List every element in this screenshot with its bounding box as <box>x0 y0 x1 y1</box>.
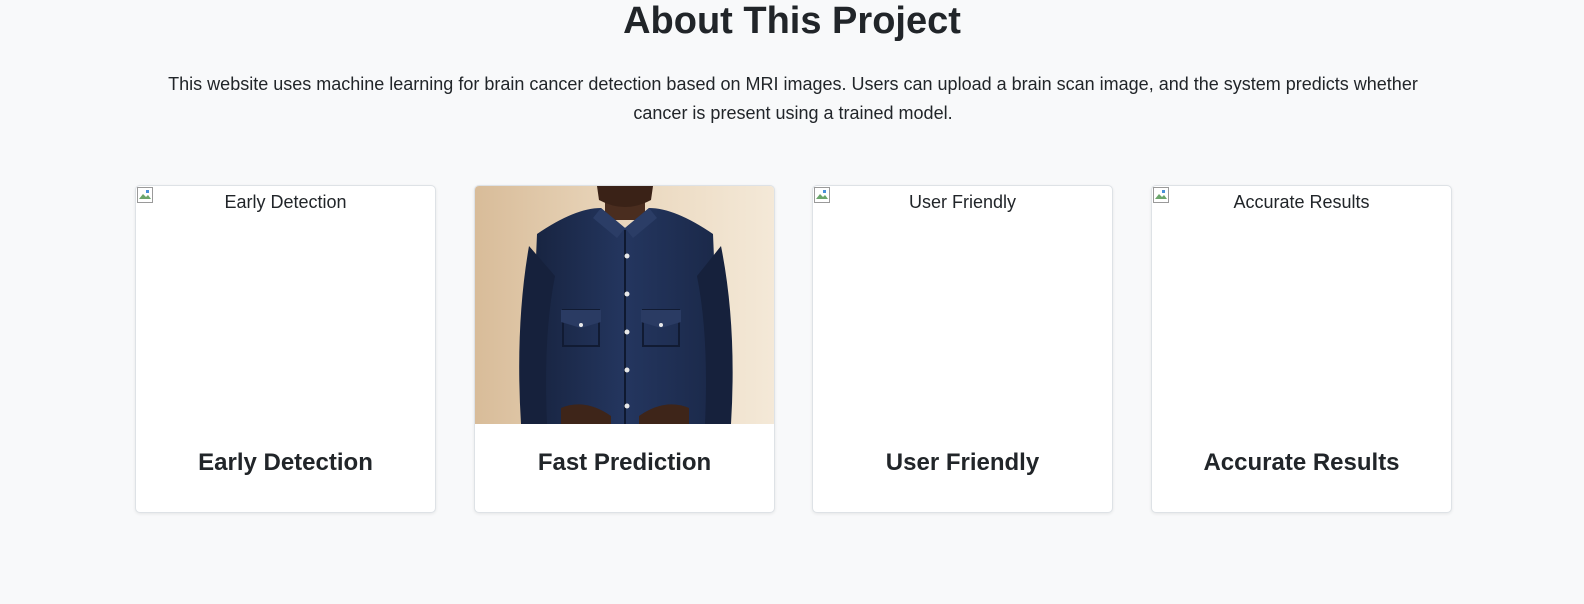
broken-image: User Friendly <box>813 186 1112 424</box>
feature-card-user-friendly: User Friendly User Friendly <box>812 185 1113 513</box>
feature-card-accurate-results: Accurate Results Accurate Results <box>1151 185 1452 513</box>
card-title: User Friendly <box>885 449 1040 476</box>
card-title: Accurate Results <box>1203 449 1400 476</box>
feature-card-early-detection: Early Detection Early Detection <box>135 185 436 513</box>
feature-card-fast-prediction: Fast Prediction <box>474 185 775 513</box>
broken-image: Accurate Results <box>1152 186 1451 424</box>
image-alt-text: Early Detection <box>224 192 347 212</box>
card-image-fast-prediction <box>475 186 774 424</box>
image-alt-text: User Friendly <box>908 192 1017 212</box>
card-image-early-detection: Early Detection <box>136 186 435 424</box>
about-section: About This Project This website uses mac… <box>0 0 1584 604</box>
card-image-user-friendly: User Friendly <box>813 186 1112 424</box>
image-alt-text: Accurate Results <box>1233 192 1370 212</box>
card-title: Fast Prediction <box>537 449 712 476</box>
card-image-accurate-results: Accurate Results <box>1152 186 1451 424</box>
broken-image: Early Detection <box>136 186 435 424</box>
person-photo <box>475 186 774 424</box>
card-title: Early Detection <box>198 449 373 476</box>
project-description: This website uses machine learning for b… <box>168 74 1418 123</box>
page-title: About This Project <box>623 0 961 42</box>
